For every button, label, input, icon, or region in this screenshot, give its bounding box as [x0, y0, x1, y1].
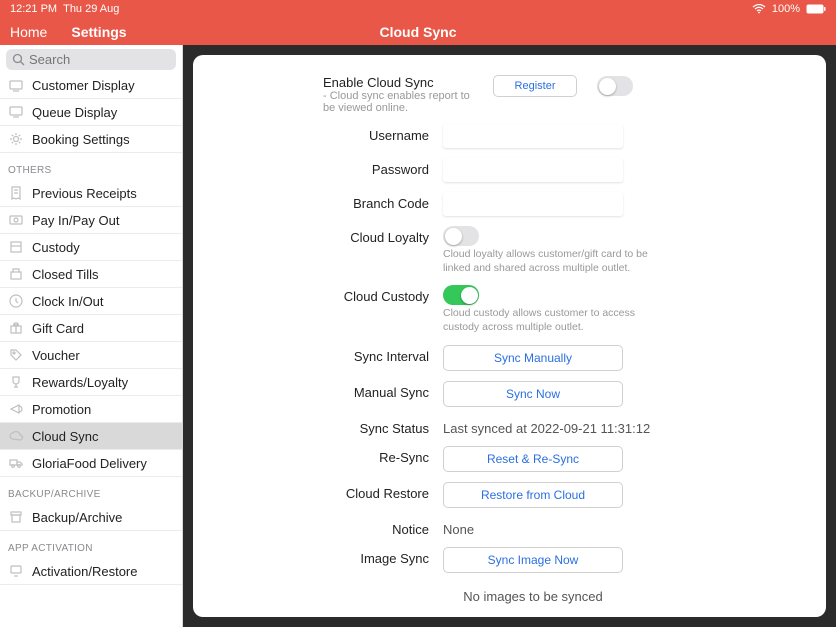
till-icon — [8, 266, 24, 282]
sidebar-item-label: Queue Display — [32, 105, 117, 120]
monitor-icon — [8, 104, 24, 120]
sidebar-item-label: Closed Tills — [32, 267, 98, 282]
custody-toggle[interactable] — [443, 285, 479, 305]
sidebar-item-queue-display[interactable]: Queue Display — [0, 99, 182, 126]
branch-input[interactable] — [443, 192, 623, 216]
sidebar-item-voucher[interactable]: Voucher — [0, 342, 182, 369]
archive-icon — [8, 509, 24, 525]
battery-percent: 100% — [772, 3, 800, 15]
manual-label: Manual Sync — [223, 381, 443, 400]
status-date: Thu 29 Aug — [63, 3, 119, 15]
sync-manually-button[interactable]: Sync Manually — [443, 345, 623, 371]
sidebar-item-label: Booking Settings — [32, 132, 130, 147]
device-icon — [8, 563, 24, 579]
notice-value: None — [443, 518, 796, 537]
section-backup: BACKUP/ARCHIVE — [0, 477, 182, 504]
sync-image-button[interactable]: Sync Image Now — [443, 547, 623, 573]
username-input[interactable] — [443, 124, 623, 148]
page-title: Cloud Sync — [379, 24, 456, 40]
sidebar-item-closed-tills[interactable]: Closed Tills — [0, 261, 182, 288]
loyalty-label: Cloud Loyalty — [223, 226, 443, 245]
sidebar-item-backup-archive[interactable]: Backup/Archive — [0, 504, 182, 531]
clock-icon — [8, 293, 24, 309]
status-value: Last synced at 2022-09-21 11:31:12 — [443, 417, 796, 436]
cash-icon — [8, 212, 24, 228]
battery-icon — [806, 4, 826, 14]
sidebar-item-label: Promotion — [32, 402, 91, 417]
sidebar: Customer Display Queue Display Booking Set… — [0, 45, 183, 627]
sidebar-item-activation-restore[interactable]: Activation/Restore — [0, 558, 182, 585]
sidebar-item-rewards-loyalty[interactable]: Rewards/Loyalty — [0, 369, 182, 396]
enable-label: Enable Cloud Sync — [323, 75, 479, 90]
sidebar-item-cloud-sync[interactable]: Cloud Sync — [0, 423, 182, 450]
section-others: OTHERS — [0, 153, 182, 180]
sidebar-item-label: Previous Receipts — [32, 186, 137, 201]
sidebar-item-previous-receipts[interactable]: Previous Receipts — [0, 180, 182, 207]
receipt-icon — [8, 185, 24, 201]
app-header: Home Settings Cloud Sync — [0, 18, 836, 45]
username-label: Username — [223, 124, 443, 143]
password-input[interactable] — [443, 158, 623, 182]
gift-icon — [8, 320, 24, 336]
sidebar-item-label: Custody — [32, 240, 80, 255]
nav-home[interactable]: Home — [10, 24, 47, 40]
password-label: Password — [223, 158, 443, 177]
settings-panel: Enable Cloud Sync - Cloud sync enables r… — [193, 55, 826, 617]
sidebar-item-clock-in-out[interactable]: Clock In/Out — [0, 288, 182, 315]
section-activation: APP ACTIVATION — [0, 531, 182, 558]
tag-icon — [8, 347, 24, 363]
enable-desc: - Cloud sync enables report to be viewed… — [323, 90, 479, 114]
truck-icon — [8, 455, 24, 471]
sidebar-item-gift-card[interactable]: Gift Card — [0, 315, 182, 342]
sidebar-item-label: Backup/Archive — [32, 510, 122, 525]
register-button[interactable]: Register — [493, 75, 577, 97]
sidebar-item-customer-display[interactable]: Customer Display — [0, 74, 182, 99]
monitor-icon — [8, 78, 24, 94]
box-icon — [8, 239, 24, 255]
custody-desc: Cloud custody allows customer to access … — [443, 307, 673, 334]
gear-icon — [8, 131, 24, 147]
loyalty-toggle[interactable] — [443, 226, 479, 246]
sidebar-item-pay-in-pay-out[interactable]: Pay In/Pay Out — [0, 207, 182, 234]
status-time: 12:21 PM — [10, 3, 57, 15]
nav-settings[interactable]: Settings — [71, 24, 126, 40]
horn-icon — [8, 401, 24, 417]
image-label: Image Sync — [223, 547, 443, 566]
search-icon — [12, 53, 25, 66]
sidebar-item-label: Pay In/Pay Out — [32, 213, 119, 228]
sidebar-item-custody[interactable]: Custody — [0, 234, 182, 261]
sidebar-item-label: GloriaFood Delivery — [32, 456, 147, 471]
status-label: Sync Status — [223, 417, 443, 436]
search-input[interactable] — [25, 52, 170, 67]
branch-label: Branch Code — [223, 192, 443, 211]
sidebar-item-label: Gift Card — [32, 321, 84, 336]
cloud-icon — [8, 428, 24, 444]
status-bar: 12:21 PM Thu 29 Aug 100% — [0, 0, 836, 18]
custody-label: Cloud Custody — [223, 285, 443, 304]
enable-toggle[interactable] — [597, 76, 633, 96]
resync-label: Re-Sync — [223, 446, 443, 465]
interval-label: Sync Interval — [223, 345, 443, 364]
restore-button[interactable]: Restore from Cloud — [443, 482, 623, 508]
notice-label: Notice — [223, 518, 443, 537]
sidebar-item-label: Activation/Restore — [32, 564, 138, 579]
sync-now-button[interactable]: Sync Now — [443, 381, 623, 407]
sidebar-item-booking-settings[interactable]: Booking Settings — [0, 126, 182, 153]
sidebar-item-label: Rewards/Loyalty — [32, 375, 128, 390]
sidebar-item-label: Cloud Sync — [32, 429, 98, 444]
sidebar-item-label: Voucher — [32, 348, 80, 363]
image-status: No images to be synced — [443, 585, 623, 604]
sidebar-item-label: Customer Display — [32, 78, 135, 93]
loyalty-desc: Cloud loyalty allows customer/gift card … — [443, 248, 673, 275]
reset-resync-button[interactable]: Reset & Re-Sync — [443, 446, 623, 472]
sidebar-item-label: Clock In/Out — [32, 294, 104, 309]
restore-label: Cloud Restore — [223, 482, 443, 501]
trophy-icon — [8, 374, 24, 390]
sidebar-item-promotion[interactable]: Promotion — [0, 396, 182, 423]
sidebar-item-gloriafood-delivery[interactable]: GloriaFood Delivery — [0, 450, 182, 477]
search-box[interactable] — [6, 49, 176, 70]
wifi-icon — [752, 4, 766, 14]
